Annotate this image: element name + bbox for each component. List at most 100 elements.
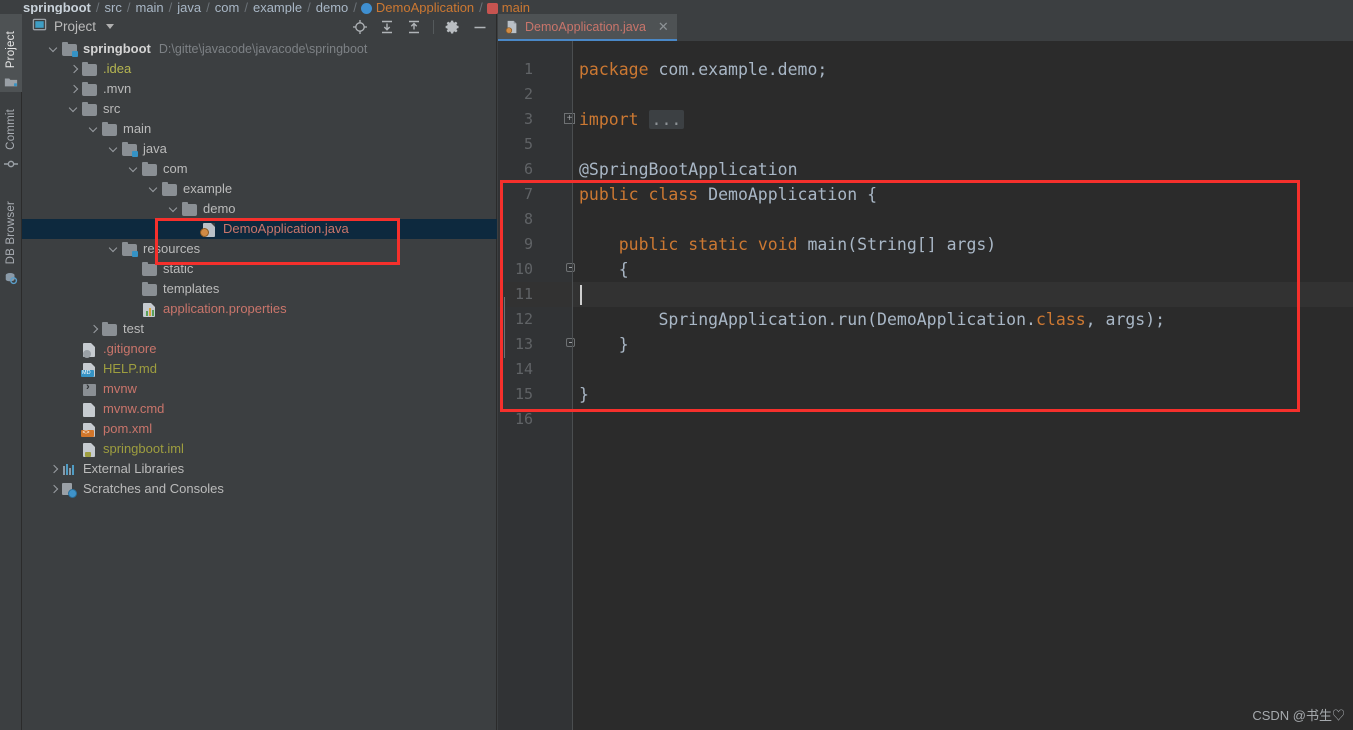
- chevron-right-icon[interactable]: [70, 65, 79, 74]
- tree-row[interactable]: HELP.md: [22, 359, 497, 379]
- tree-row[interactable]: .gitignore: [22, 339, 497, 359]
- tree-row[interactable]: java: [22, 139, 497, 159]
- settings-gear-icon[interactable]: [445, 19, 461, 35]
- folder-icon: [82, 61, 98, 77]
- tree-row[interactable]: mvnw.cmd: [22, 399, 497, 419]
- chevron-down-icon[interactable]: [170, 205, 179, 214]
- chevron-down-icon[interactable]: [106, 24, 115, 29]
- tree-row[interactable]: com: [22, 159, 497, 179]
- chevron-down-icon[interactable]: [110, 245, 119, 254]
- line-number: 11: [514, 285, 533, 303]
- external-libraries-icon: [62, 461, 78, 477]
- tree-row-label: example: [183, 181, 233, 196]
- tree-row[interactable]: mvnw: [22, 379, 497, 399]
- line-number: 8: [523, 210, 533, 228]
- folder-icon: [102, 121, 118, 137]
- hide-icon[interactable]: [472, 19, 488, 35]
- breadcrumb-separator: /: [353, 0, 357, 14]
- chevron-down-icon[interactable]: [70, 105, 79, 114]
- fold-region-stem: [504, 297, 505, 358]
- collapse-all-icon[interactable]: [406, 19, 422, 35]
- tree-row[interactable]: resources: [22, 239, 497, 259]
- line-number: 16: [514, 410, 533, 428]
- folded-import-placeholder[interactable]: ...: [648, 110, 685, 129]
- code-editor[interactable]: 1 2 3 +5 6 7 8 9 10 11 12 13 14 15 16 package com.exam…: [498, 41, 1353, 730]
- code-line: import ...: [573, 107, 685, 132]
- line-number: 3: [523, 110, 533, 128]
- tree-row-label: resources: [143, 241, 201, 256]
- sidebar-item-project-label: Project: [5, 30, 17, 68]
- sidebar-item-db-browser[interactable]: DB Browser: [0, 178, 22, 288]
- code-text-area[interactable]: package com.example.demo; import ... @Spri…: [573, 41, 1353, 730]
- chevron-right-icon[interactable]: [70, 85, 79, 94]
- spring-boot-java-file-icon: [505, 19, 519, 35]
- breadcrumb-item-main-method[interactable]: main: [502, 1, 530, 14]
- chevron-down-icon[interactable]: [50, 45, 59, 54]
- tree-row-selected[interactable]: DemoApplication.java: [22, 219, 497, 239]
- tree-row[interactable]: application.properties: [22, 299, 497, 319]
- spring-properties-file-icon: [142, 301, 158, 317]
- chevron-down-icon[interactable]: [110, 145, 119, 154]
- tree-row[interactable]: Scratches and Consoles: [22, 479, 497, 499]
- current-line-highlight: [573, 282, 1353, 307]
- folder-icon: [142, 261, 158, 277]
- breadcrumb-item-example[interactable]: example: [253, 1, 302, 14]
- tree-row[interactable]: .mvn: [22, 79, 497, 99]
- code-token: , args);: [1085, 310, 1166, 329]
- tree-row[interactable]: templates: [22, 279, 497, 299]
- breadcrumb-item-springboot[interactable]: springboot: [23, 1, 91, 14]
- breadcrumb-item-java[interactable]: java: [177, 1, 201, 14]
- chevron-down-icon[interactable]: [130, 165, 139, 174]
- tree-row[interactable]: pom.xml: [22, 419, 497, 439]
- breadcrumb-item-demo[interactable]: demo: [316, 1, 349, 14]
- editor-tab-bar: DemoApplication.java ✕: [498, 14, 1353, 41]
- chevron-right-icon[interactable]: [50, 485, 59, 494]
- code-token: com.example.demo;: [648, 60, 828, 79]
- breadcrumb-separator: /: [307, 0, 311, 14]
- chevron-down-icon[interactable]: [150, 185, 159, 194]
- tree-row-label: mvnw: [103, 381, 137, 396]
- code-line: public class DemoApplication {: [573, 182, 877, 207]
- tree-row[interactable]: main: [22, 119, 497, 139]
- toolbar-divider: [433, 19, 434, 34]
- tab-demoapplication-java[interactable]: DemoApplication.java ✕: [498, 14, 677, 41]
- tree-row[interactable]: demo: [22, 199, 497, 219]
- tree-row[interactable]: springboot D:\gitte\javacode\javacode\spr…: [22, 39, 497, 59]
- scratches-icon: [62, 481, 78, 498]
- tree-row[interactable]: External Libraries: [22, 459, 497, 479]
- breadcrumb-item-com[interactable]: com: [215, 1, 240, 14]
- tree-row[interactable]: springboot.iml: [22, 439, 497, 459]
- sidebar-item-db-browser-label: DB Browser: [5, 200, 17, 264]
- sidebar-item-project[interactable]: Project: [0, 14, 22, 92]
- breadcrumb-item-demoapplication[interactable]: DemoApplication: [376, 1, 474, 14]
- project-folder-icon: [4, 75, 18, 89]
- tree-row[interactable]: static: [22, 259, 497, 279]
- sidebar-item-commit[interactable]: Commit: [0, 96, 22, 174]
- project-tree[interactable]: springboot D:\gitte\javacode\javacode\spr…: [22, 39, 497, 730]
- close-icon[interactable]: ✕: [658, 20, 669, 33]
- tree-row-label: .mvn: [103, 81, 132, 96]
- code-line: public static void main(String[] args): [573, 232, 997, 257]
- tree-row[interactable]: .idea: [22, 59, 497, 79]
- code-token: DemoApplication: [708, 185, 858, 204]
- chevron-right-icon[interactable]: [90, 325, 99, 334]
- tree-row[interactable]: src: [22, 99, 497, 119]
- tree-row-label: main: [123, 121, 152, 136]
- breadcrumb-item-main[interactable]: main: [135, 1, 163, 14]
- chevron-right-icon[interactable]: [50, 465, 59, 474]
- code-token: {: [579, 260, 629, 279]
- tree-row[interactable]: test: [22, 319, 497, 339]
- editor-gutter[interactable]: 1 2 3 +5 6 7 8 9 10 11 12 13 14 15 16: [498, 41, 575, 730]
- expand-all-icon[interactable]: [379, 19, 395, 35]
- line-number: 2: [523, 85, 533, 103]
- tree-row[interactable]: example: [22, 179, 497, 199]
- chevron-down-icon[interactable]: [90, 125, 99, 134]
- breadcrumb-item-src[interactable]: src: [105, 1, 122, 14]
- select-opened-file-icon[interactable]: [352, 19, 368, 35]
- code-token: @SpringBootApplication: [579, 160, 798, 179]
- line-number: 6: [523, 160, 533, 178]
